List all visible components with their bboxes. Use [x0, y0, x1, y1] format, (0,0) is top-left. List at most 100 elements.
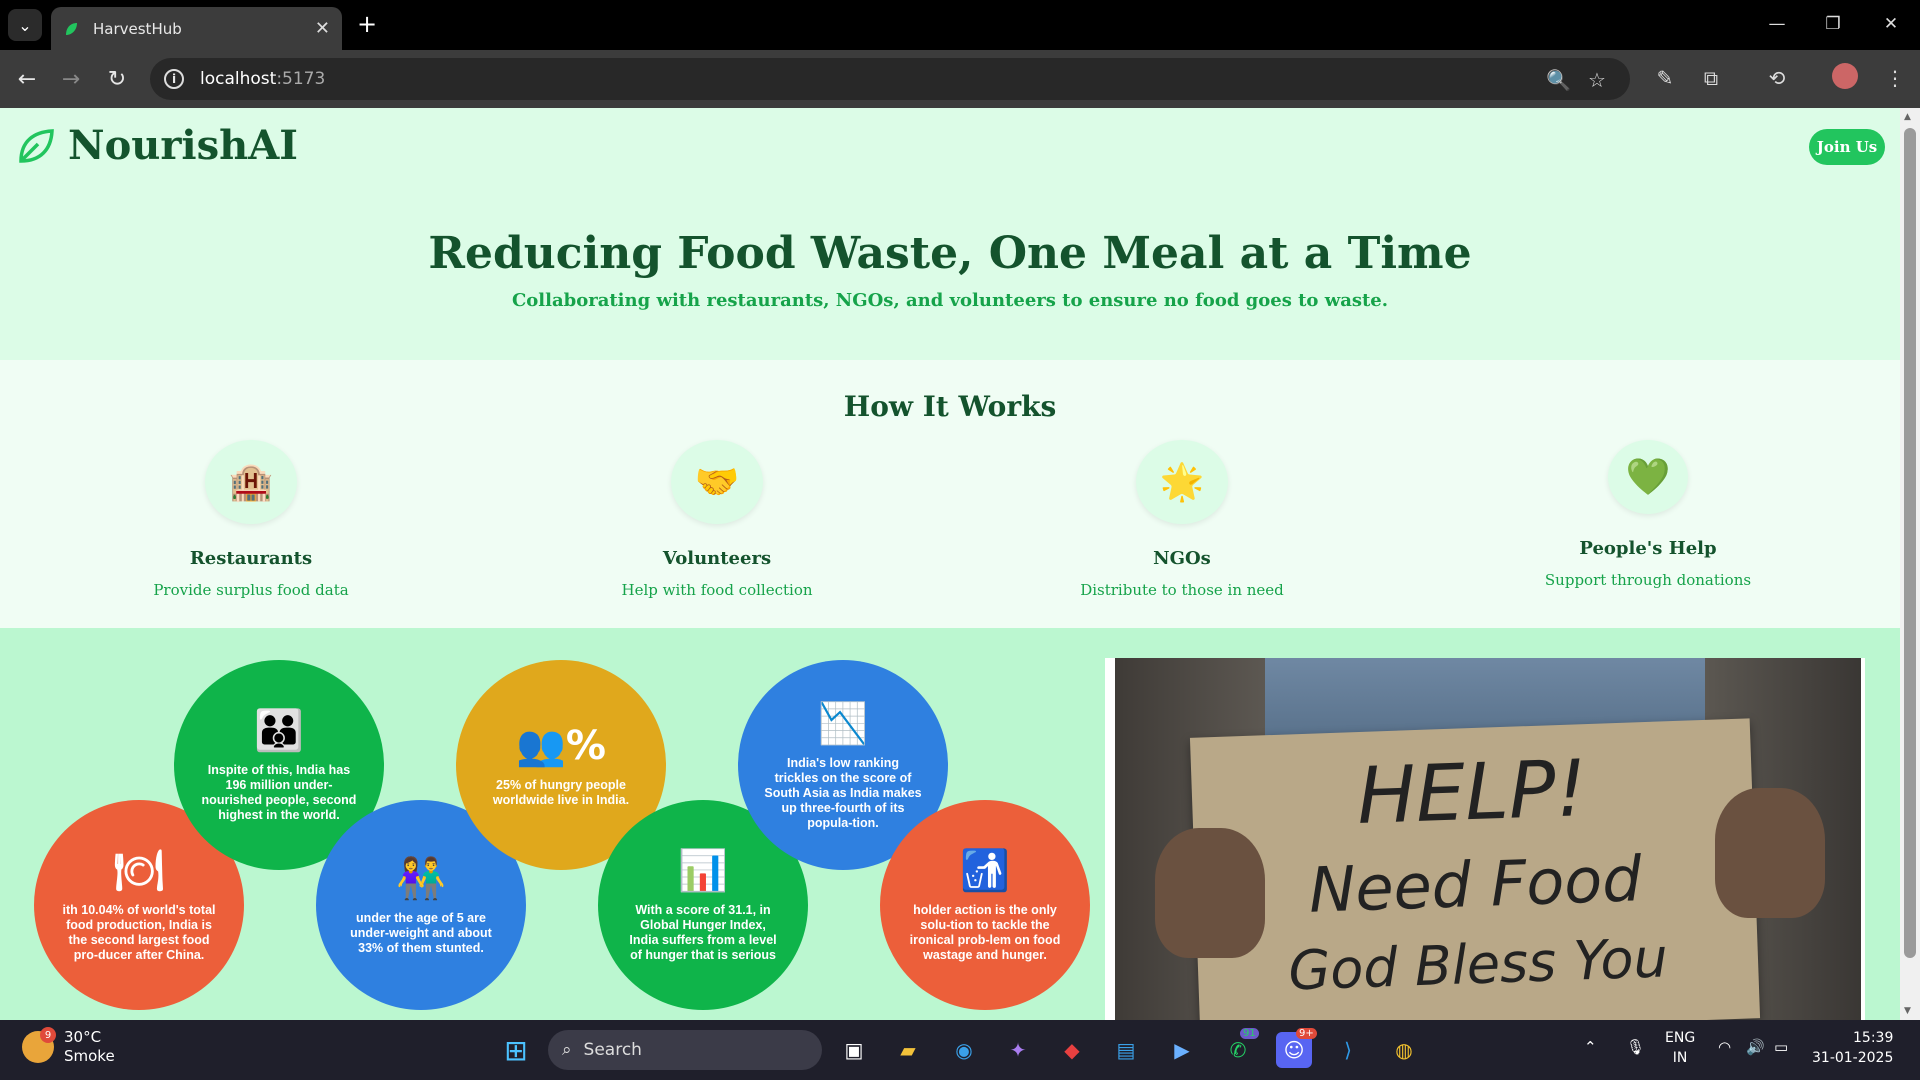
cardboard-sign: HELP! Need Food God Bless You: [1189, 718, 1761, 1020]
restore-button[interactable]: ❐: [1810, 8, 1856, 40]
search-label: Search: [583, 1040, 642, 1060]
vscode-icon[interactable]: ⟩: [1330, 1032, 1366, 1068]
back-button[interactable]: ←: [12, 64, 42, 94]
card-peoples-help: 💚 People's Help Support through donation…: [1483, 440, 1813, 589]
people-percent-icon: 👥%: [516, 723, 606, 769]
plate-icon: 🍽: [113, 848, 165, 894]
wifi-icon[interactable]: ◠: [1718, 1038, 1731, 1056]
star-icon: 🌟: [1136, 440, 1228, 524]
left-hand: [1155, 828, 1265, 958]
chrome-icon[interactable]: ◍: [1386, 1032, 1422, 1068]
bubble-text: Inspite of this, India has 196 million u…: [201, 763, 357, 822]
file-explorer-icon[interactable]: ▰: [890, 1032, 926, 1068]
leaf-favicon-icon: [66, 22, 77, 35]
growth-chart-icon: 📊: [678, 848, 728, 894]
microphone-icon[interactable]: 🎙: [1626, 1038, 1645, 1056]
reload-button[interactable]: ↻: [102, 64, 132, 94]
bubble-text: holder action is the only solu-tion to t…: [909, 903, 1061, 962]
anydesk-icon[interactable]: ◆: [1054, 1032, 1090, 1068]
browser-toolbar: ← → ↻ i localhost:5173 🔍 ☆ ✎ ⧉ ⟲ ⋮: [0, 50, 1920, 108]
bubble-text: With a score of 31.1, in Global Hunger I…: [629, 903, 777, 962]
bookmark-star-icon[interactable]: ☆: [1588, 68, 1606, 92]
scroll-down-arrow-icon[interactable]: ▼: [1904, 1006, 1911, 1016]
bubble-text: 25% of hungry people worldwide live in I…: [492, 778, 630, 807]
scrollbar-thumb[interactable]: [1904, 128, 1916, 958]
site-info-icon[interactable]: i: [164, 69, 184, 89]
weather-badge: 9: [40, 1027, 56, 1043]
weather-desc: Smoke: [64, 1047, 115, 1065]
whatsapp-badge: 91: [1240, 1028, 1259, 1039]
tab-title: HarvestHub: [93, 19, 182, 38]
weather-temp: 30°C: [64, 1028, 102, 1046]
heart-icon: 💚: [1608, 440, 1688, 514]
language-indicator[interactable]: ENG IN: [1665, 1028, 1695, 1068]
children-icon: 👫: [396, 855, 446, 902]
forward-button[interactable]: →: [56, 64, 86, 94]
battery-icon[interactable]: ▭: [1774, 1038, 1788, 1056]
site-logo[interactable]: NourishAI: [16, 122, 298, 169]
taskbar-search[interactable]: ⌕ Search: [548, 1030, 822, 1070]
url-host: localhost: [200, 69, 277, 89]
facts-section: 🍽 ith 10.04% of world's total food produ…: [0, 628, 1900, 1020]
decline-chart-icon: 📉: [818, 700, 868, 747]
how-it-works-title: How It Works: [843, 390, 1057, 423]
minimize-button[interactable]: —: [1754, 8, 1800, 40]
card-volunteers: 🤝 Volunteers Help with food collection: [552, 440, 882, 599]
card-description: Help with food collection: [621, 581, 813, 599]
clock-date: 31-01-2025: [1812, 1050, 1894, 1066]
volume-icon[interactable]: 🔊: [1746, 1038, 1765, 1056]
sign-line-3: God Bless You: [1287, 926, 1669, 1003]
zoom-icon[interactable]: 🔍: [1546, 68, 1571, 92]
windows-taskbar: 9 30°C Smoke ⊞ ⌕ Search ▣ ▰ ◉ ✦ ◆ ▤ ▶ ✆ 9…: [0, 1020, 1920, 1080]
menu-icon[interactable]: ⋮: [1880, 63, 1910, 93]
logo-text: NourishAI: [68, 122, 298, 169]
task-view-icon[interactable]: ▣: [836, 1032, 872, 1068]
address-bar[interactable]: i localhost:5173 🔍 ☆: [150, 58, 1630, 100]
history-icon[interactable]: ⟲: [1762, 63, 1792, 93]
handshake-icon: 🤝: [671, 440, 763, 524]
photo-image: HELP! Need Food God Bless You: [1115, 658, 1861, 1020]
profile-avatar[interactable]: [1832, 63, 1858, 89]
scroll-up-arrow-icon[interactable]: ▲: [1904, 112, 1911, 122]
new-tab-button[interactable]: +: [353, 10, 381, 38]
extensions-icon[interactable]: ⧉: [1696, 63, 1726, 93]
card-title: Restaurants: [189, 548, 313, 569]
whatsapp-icon[interactable]: ✆ 91: [1220, 1028, 1259, 1068]
page-scrollbar[interactable]: ▲ ▼: [1900, 108, 1920, 1020]
tray-overflow-icon[interactable]: ⌃: [1584, 1038, 1597, 1056]
copilot-icon[interactable]: ✦: [1000, 1032, 1036, 1068]
help-sign-photo: HELP! Need Food God Bless You: [1105, 658, 1865, 1020]
join-us-button[interactable]: Join Us: [1809, 129, 1885, 165]
card-description: Support through donations: [1544, 571, 1752, 589]
browser-tab[interactable]: HarvestHub ✕: [51, 7, 342, 50]
sign-line-1: HELP!: [1355, 744, 1589, 843]
lang-top: ENG: [1665, 1030, 1696, 1046]
card-restaurants: 🏨 Restaurants Provide surplus food data: [86, 440, 416, 599]
card-ngos: 🌟 NGOs Distribute to those in need: [1017, 440, 1347, 599]
tab-search-button[interactable]: ⌄: [8, 9, 42, 41]
microsoft-store-icon[interactable]: ▤: [1108, 1032, 1144, 1068]
discord-icon[interactable]: ☺ 9+: [1276, 1028, 1317, 1068]
tab-close-icon[interactable]: ✕: [315, 18, 330, 39]
close-window-button[interactable]: ✕: [1868, 8, 1914, 40]
weather-widget[interactable]: 9 30°C Smoke: [22, 1027, 115, 1066]
taskbar-clock[interactable]: 15:39 31-01-2025: [1812, 1028, 1893, 1068]
card-title: NGOs: [1153, 548, 1211, 569]
browser-tab-bar: ⌄ HarvestHub ✕ + — ❐ ✕: [0, 0, 1920, 50]
bubble-text: under the age of 5 are under-weight and …: [350, 910, 492, 955]
hunger-infographic: 🍽 ith 10.04% of world's total food produ…: [30, 658, 1090, 1020]
trash-icon: 🚮: [960, 848, 1010, 894]
web-page: NourishAI Join Us Reducing Food Waste, O…: [0, 108, 1900, 1020]
eyedropper-extension-icon[interactable]: ✎: [1650, 63, 1680, 93]
card-title: Volunteers: [662, 548, 772, 569]
family-icon: 👪: [254, 708, 304, 754]
bubble-text: ith 10.04% of world's total food product…: [62, 903, 216, 962]
lang-bottom: IN: [1672, 1050, 1688, 1066]
hotel-icon: 🏨: [205, 440, 297, 524]
sign-line-2: Need Food: [1307, 842, 1643, 927]
edge-browser-icon[interactable]: ◉: [946, 1032, 982, 1068]
leaf-logo-icon: [19, 128, 54, 163]
card-description: Distribute to those in need: [1080, 581, 1284, 599]
windows-start-icon[interactable]: ⊞: [498, 1032, 534, 1068]
prime-video-icon[interactable]: ▶: [1164, 1032, 1200, 1068]
